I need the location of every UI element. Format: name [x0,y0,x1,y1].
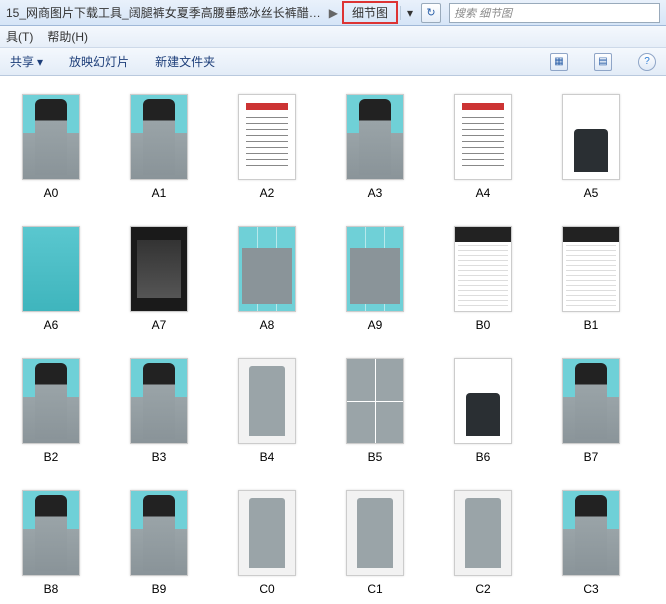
thumbnail-image [562,94,620,180]
thumbnail-item[interactable]: A3 [328,94,422,208]
thumbnail-image [238,358,296,444]
breadcrumb-path[interactable]: 15_网商图片下载工具_阔腿裤女夏季高腰垂感冰丝长裤醋… [0,4,327,21]
thumbnail-item[interactable]: C0 [220,490,314,604]
thumbnail-label: A5 [584,186,599,200]
thumbnail-label: B9 [152,582,167,596]
refresh-button[interactable]: ↻ [421,3,441,23]
thumbnail-image [454,94,512,180]
thumbnail-label: A7 [152,318,167,332]
thumbnail-label: C1 [367,582,382,596]
thumbnail-image [346,490,404,576]
toolbar: 共享 ▾ 放映幻灯片 新建文件夹 ▦ ▤ ? [0,48,666,76]
thumbnail-item[interactable]: B5 [328,358,422,472]
thumbnail-image [562,226,620,312]
thumbnail-label: B7 [584,450,599,464]
help-icon[interactable]: ? [638,53,656,71]
breadcrumb-dropdown[interactable]: ▾ [400,6,419,20]
thumbnail-image [238,94,296,180]
thumbnail-label: A3 [368,186,383,200]
thumbnail-grid: A0 A1 A2 A3 A4 A5 A6 A7 A8 A9 B0 B1 B2 B3 B4 B5 B6 B7 B8 B9… [0,76,666,604]
preview-pane-icon[interactable]: ▤ [594,53,612,71]
thumbnail-image [454,358,512,444]
thumbnail-item[interactable]: A9 [328,226,422,340]
thumbnail-item[interactable]: A0 [4,94,98,208]
breadcrumb-current[interactable]: 细节图 [342,1,398,24]
thumbnail-item[interactable]: B4 [220,358,314,472]
thumbnail-image [562,358,620,444]
thumbnail-label: C0 [259,582,274,596]
thumbnail-image [130,490,188,576]
thumbnail-label: A4 [476,186,491,200]
thumbnail-item[interactable]: A6 [4,226,98,340]
thumbnail-label: A1 [152,186,167,200]
menu-bar: 具(T) 帮助(H) [0,26,666,48]
thumbnail-label: B2 [44,450,59,464]
thumbnail-item[interactable]: B6 [436,358,530,472]
thumbnail-image [346,226,404,312]
menu-help[interactable]: 帮助(H) [47,28,88,45]
thumbnail-image [454,226,512,312]
thumbnail-image [562,490,620,576]
thumbnail-label: B1 [584,318,599,332]
thumbnail-label: A0 [44,186,59,200]
thumbnail-image [130,94,188,180]
thumbnail-image [22,226,80,312]
menu-tools[interactable]: 具(T) [6,28,33,45]
thumbnail-label: B4 [260,450,275,464]
thumbnail-image [238,490,296,576]
thumbnail-item[interactable]: C2 [436,490,530,604]
thumbnail-item[interactable]: A5 [544,94,638,208]
thumbnail-label: A6 [44,318,59,332]
chevron-down-icon: ▾ [37,55,43,69]
thumbnail-image [130,358,188,444]
thumbnail-image [22,358,80,444]
thumbnail-image [346,358,404,444]
thumbnail-item[interactable]: B3 [112,358,206,472]
thumbnail-label: B5 [368,450,383,464]
thumbnail-image [454,490,512,576]
thumbnail-item[interactable]: A1 [112,94,206,208]
chevron-right-icon: ▶ [327,6,340,20]
slideshow-button[interactable]: 放映幻灯片 [69,53,129,70]
thumbnail-item[interactable]: A4 [436,94,530,208]
thumbnail-image [346,94,404,180]
thumbnail-item[interactable]: B7 [544,358,638,472]
thumbnail-label: B8 [44,582,59,596]
address-bar: 15_网商图片下载工具_阔腿裤女夏季高腰垂感冰丝长裤醋… ▶ 细节图 ▾ ↻ 搜… [0,0,666,26]
thumbnail-item[interactable]: B9 [112,490,206,604]
thumbnail-item[interactable]: C1 [328,490,422,604]
thumbnail-image [130,226,188,312]
thumbnail-item[interactable]: B0 [436,226,530,340]
share-button[interactable]: 共享 ▾ [10,53,43,70]
view-icon[interactable]: ▦ [550,53,568,71]
thumbnail-item[interactable]: A2 [220,94,314,208]
search-input[interactable]: 搜索 细节图 [449,3,660,23]
new-folder-button[interactable]: 新建文件夹 [155,53,215,70]
thumbnail-label: A2 [260,186,275,200]
search-placeholder: 搜索 细节图 [454,5,512,21]
thumbnail-label: C3 [583,582,598,596]
thumbnail-label: A8 [260,318,275,332]
thumbnail-item[interactable]: A7 [112,226,206,340]
thumbnail-item[interactable]: B2 [4,358,98,472]
thumbnail-image [22,94,80,180]
thumbnail-item[interactable]: B1 [544,226,638,340]
thumbnail-label: B3 [152,450,167,464]
thumbnail-image [238,226,296,312]
thumbnail-label: C2 [475,582,490,596]
thumbnail-item[interactable]: A8 [220,226,314,340]
thumbnail-item[interactable]: C3 [544,490,638,604]
thumbnail-image [22,490,80,576]
thumbnail-label: B0 [476,318,491,332]
thumbnail-label: A9 [368,318,383,332]
thumbnail-label: B6 [476,450,491,464]
thumbnail-item[interactable]: B8 [4,490,98,604]
